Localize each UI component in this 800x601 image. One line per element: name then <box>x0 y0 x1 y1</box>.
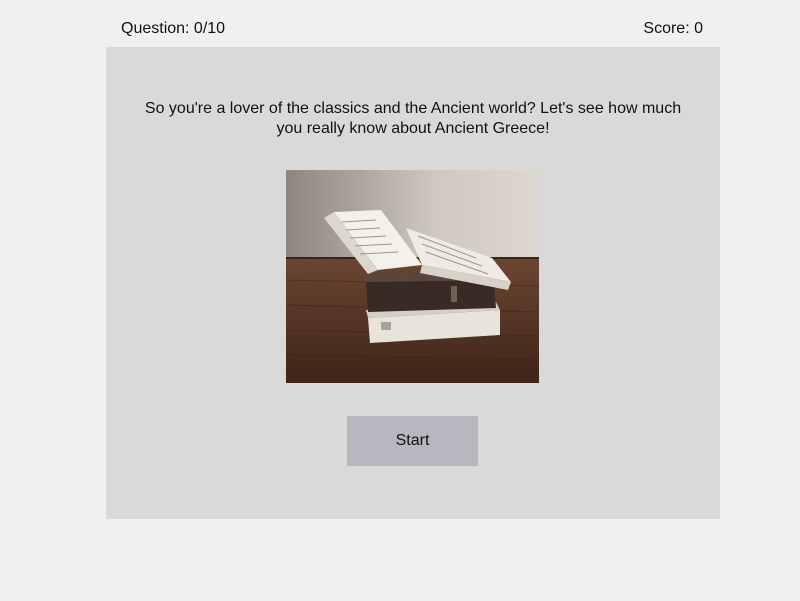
start-button[interactable]: Start <box>347 416 478 466</box>
books-stack-image <box>286 170 539 383</box>
quiz-panel: So you're a lover of the classics and th… <box>106 47 720 519</box>
quiz-header: Question: 0/10 Score: 0 <box>106 0 720 47</box>
intro-text: So you're a lover of the classics and th… <box>144 100 682 137</box>
score-display: Score: 0 <box>643 20 703 37</box>
question-counter: Question: 0/10 <box>121 20 226 37</box>
